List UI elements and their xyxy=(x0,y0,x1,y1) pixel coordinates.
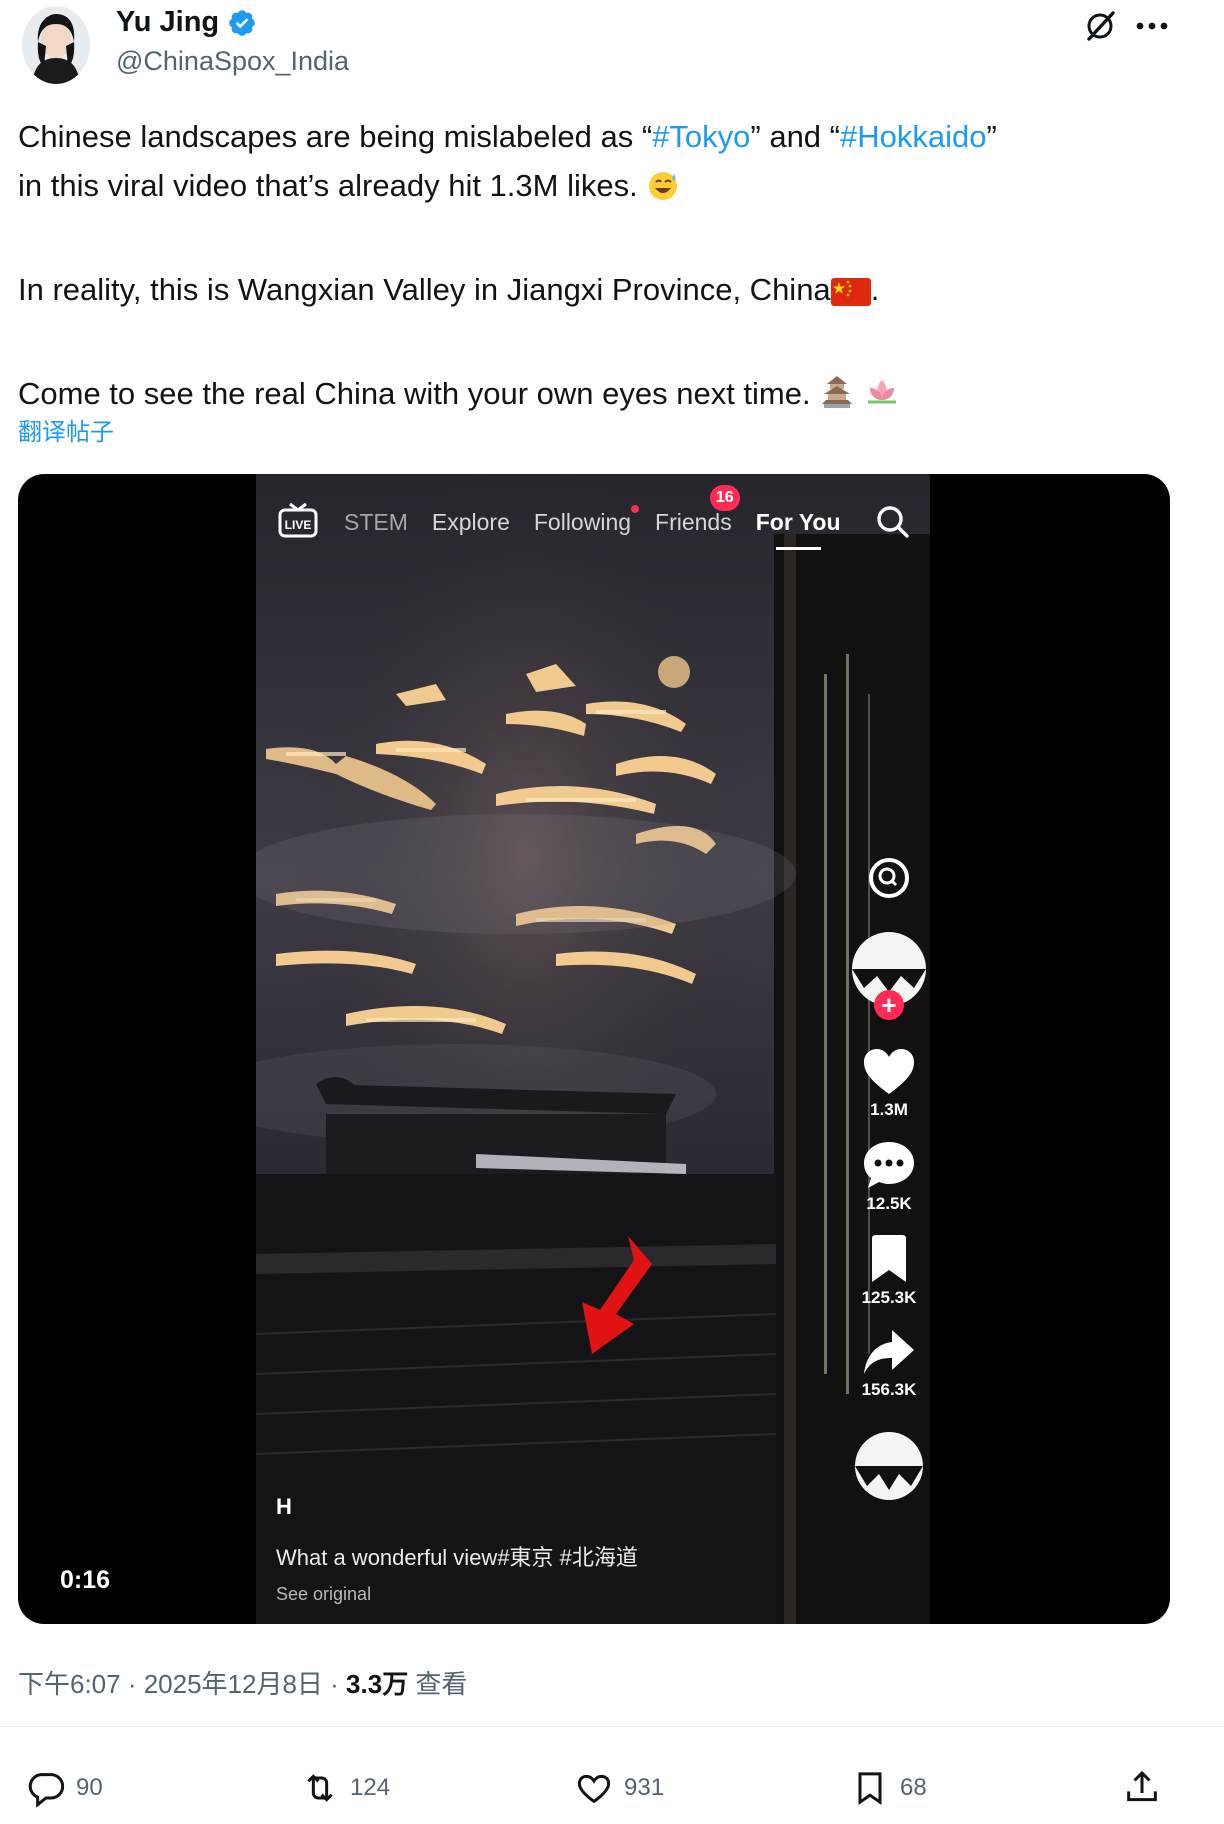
video-caption: H What a wonderful view#東京 #北海道 See orig… xyxy=(276,1494,638,1605)
tweet-text-segment: Come to see the real China with your own… xyxy=(18,376,811,411)
video-still xyxy=(256,474,930,1624)
tweet-line-3: In reality, this is Wangxian Valley in J… xyxy=(18,265,1208,320)
grok-icon[interactable] xyxy=(1078,4,1122,48)
tweet-meta: 下午6:07 · 2025年12月8日 · 3.3万 查看 xyxy=(18,1664,467,1701)
tweet-text-segment: Chinese landscapes are being mislabeled … xyxy=(18,119,653,154)
heart-icon xyxy=(577,1774,611,1804)
share-tweet-button[interactable] xyxy=(1122,1760,1162,1816)
follow-plus-icon[interactable]: + xyxy=(874,990,904,1020)
avatar[interactable] xyxy=(22,6,90,84)
search-in-video-icon[interactable] xyxy=(865,854,913,902)
hashtag-tokyo[interactable]: #Tokyo xyxy=(652,119,750,154)
views-label: 查看 xyxy=(408,1669,468,1699)
like-tweet-count: 931 xyxy=(624,1774,665,1801)
more-options-icon[interactable] xyxy=(1130,4,1174,48)
tab-following-label: Following xyxy=(533,508,632,535)
tab-stem[interactable]: STEM xyxy=(344,509,408,536)
video-author[interactable]: H xyxy=(276,1494,638,1520)
video-description: What a wonderful view#東京 #北海道 xyxy=(276,1545,638,1570)
tweet-text-segment: . xyxy=(870,272,880,307)
tiktok-top-nav: LIVE STEM Explore Following Friends 16 Fo… xyxy=(276,484,916,552)
tweet-text: Chinese landscapes are being mislabeled … xyxy=(18,112,1208,424)
reply-count: 90 xyxy=(76,1774,103,1801)
tweet-text-segment: in this viral video that’s already hit 1… xyxy=(18,168,638,203)
bookmark-tweet-count: 68 xyxy=(900,1774,927,1801)
see-original-link[interactable]: See original xyxy=(276,1584,638,1605)
verified-badge-icon xyxy=(227,8,257,38)
translate-post-link[interactable]: 翻译帖子 xyxy=(18,412,114,447)
search-icon[interactable] xyxy=(873,502,913,542)
comment-count: 12.5K xyxy=(866,1194,912,1213)
like-count: 1.3M xyxy=(870,1100,908,1119)
post-timestamp[interactable]: 下午6:07 · 2025年12月8日 · xyxy=(18,1669,346,1699)
bookmark-button[interactable]: 125.3K xyxy=(861,1234,917,1308)
tiktok-video-frame: LIVE STEM Explore Following Friends 16 Fo… xyxy=(256,474,930,1624)
share-icon xyxy=(1127,1770,1157,1802)
tweet-line-1: Chinese landscapes are being mislabeled … xyxy=(18,112,1208,161)
tweet-text-segment: In reality, this is Wangxian Valley in J… xyxy=(18,272,831,307)
author-name[interactable]: Yu Jing xyxy=(116,6,219,39)
tiktok-side-actions: + 1.3M 12.5K 125.3K 156.3K xyxy=(844,854,930,1502)
china-flag-emoji-icon xyxy=(830,271,871,320)
like-tweet-button[interactable]: 931 xyxy=(574,1760,664,1816)
tweet-header: Yu Jing @ChinaSpox_India xyxy=(0,0,1224,100)
notification-dot xyxy=(631,504,640,513)
share-button[interactable]: 156.3K xyxy=(861,1328,917,1400)
like-button[interactable]: 1.3M xyxy=(862,1048,916,1120)
tab-following[interactable]: Following xyxy=(533,504,640,536)
reply-icon xyxy=(28,1773,65,1808)
divider xyxy=(0,1726,1224,1727)
tab-explore[interactable]: Explore xyxy=(432,509,510,536)
view-count: 3.3万 xyxy=(346,1669,409,1699)
svg-text:LIVE: LIVE xyxy=(285,518,312,532)
creator-avatar[interactable]: + xyxy=(850,930,928,1020)
tweet-text-segment: ” xyxy=(986,119,997,154)
pagoda-emoji-icon xyxy=(819,374,855,424)
friends-badge: 16 xyxy=(709,484,740,511)
bookmark-count: 125.3K xyxy=(861,1288,917,1307)
comment-button[interactable]: 12.5K xyxy=(862,1140,916,1214)
sound-disc-icon[interactable] xyxy=(853,1430,925,1502)
bookmark-tweet-button[interactable]: 68 xyxy=(850,1760,927,1816)
video-player[interactable]: LIVE STEM Explore Following Friends 16 Fo… xyxy=(18,474,1170,1624)
hashtag-hokkaido[interactable]: #Hokkaido xyxy=(840,119,986,154)
author-handle[interactable]: @ChinaSpox_India xyxy=(116,46,349,77)
tweet-line-2: in this viral video that’s already hit 1… xyxy=(18,161,1208,216)
share-count: 156.3K xyxy=(861,1380,917,1399)
repost-button[interactable]: 124 xyxy=(300,1760,390,1816)
sweat-smile-emoji-icon xyxy=(646,167,680,216)
reply-button[interactable]: 90 xyxy=(26,1760,103,1816)
tweet-text-segment: ” and “ xyxy=(750,119,840,154)
video-duration: 0:16 xyxy=(60,1566,111,1594)
lotus-emoji-icon xyxy=(864,374,900,424)
repost-icon xyxy=(307,1774,333,1802)
tweet-line-4: Come to see the real China with your own… xyxy=(18,369,1208,424)
live-icon[interactable]: LIVE xyxy=(276,500,320,544)
tab-for-you[interactable]: For You xyxy=(756,509,841,550)
bookmark-icon xyxy=(858,1772,882,1806)
tab-friends-label: Friends xyxy=(655,508,732,535)
repost-count: 124 xyxy=(350,1774,391,1801)
tab-friends[interactable]: Friends 16 xyxy=(655,484,740,536)
action-bar: 90 124 931 68 xyxy=(0,1760,1224,1816)
